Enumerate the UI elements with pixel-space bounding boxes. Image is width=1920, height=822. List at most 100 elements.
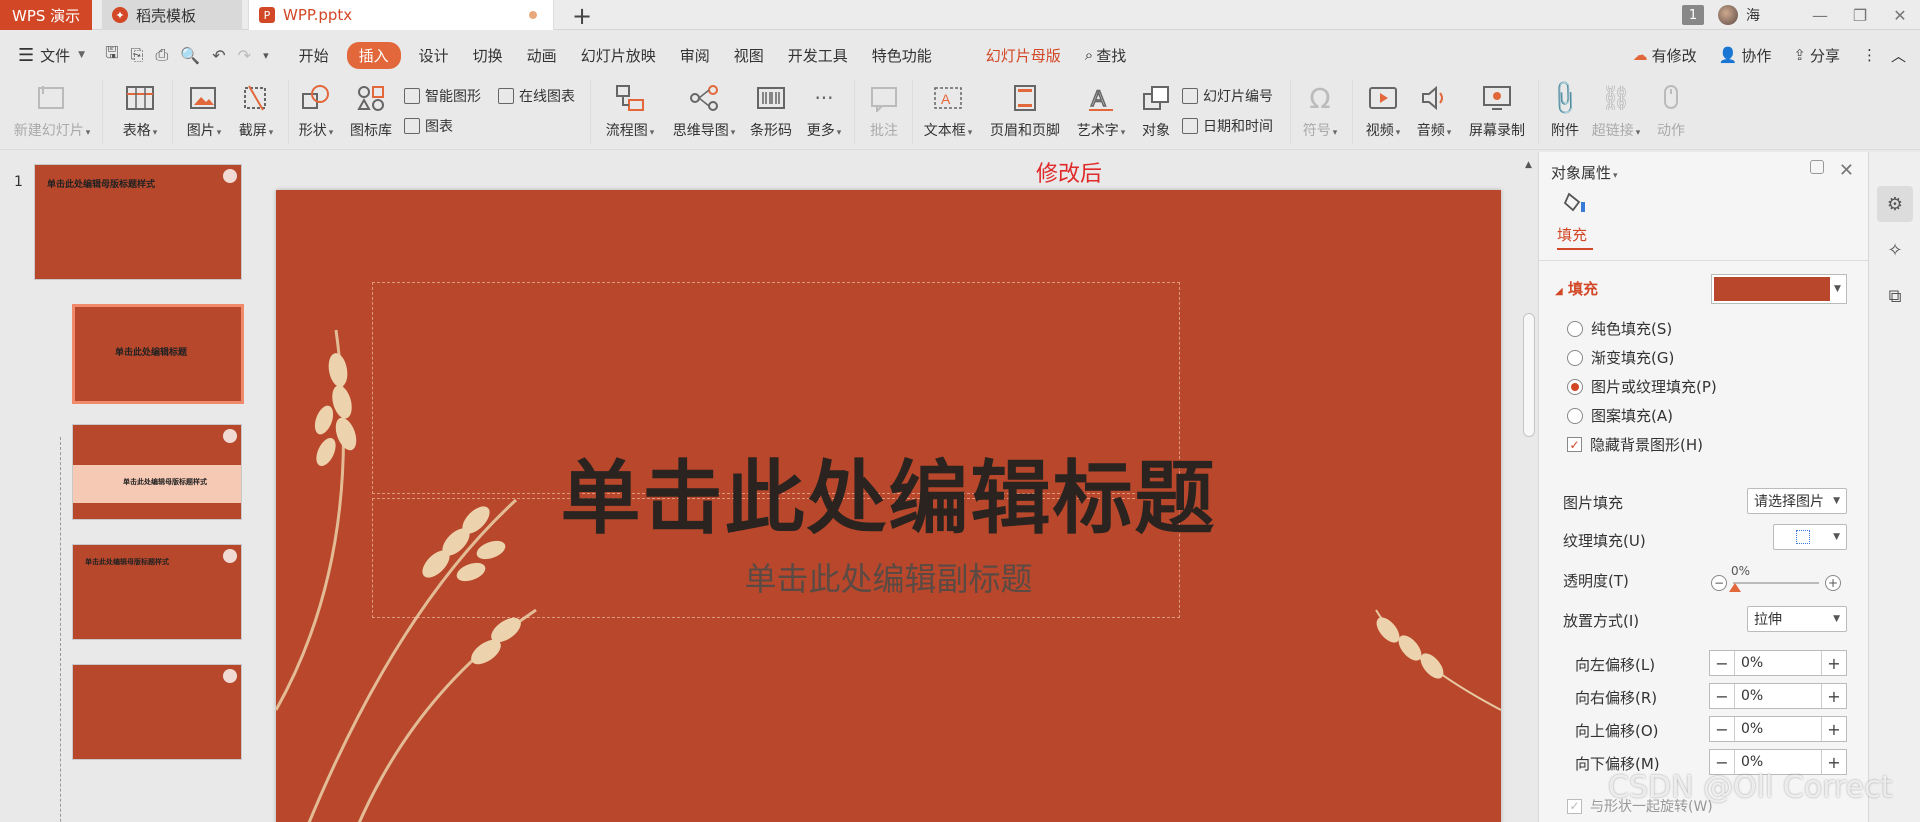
radio-picture-fill[interactable] <box>1567 378 1583 395</box>
offset-right-stepper[interactable]: −0% + <box>1709 683 1847 709</box>
tab-wps-presentation[interactable]: WPS 演示 <box>0 0 92 30</box>
mindmap-button[interactable]: 思维导图 ▾ <box>668 82 740 140</box>
plus-icon[interactable]: + <box>1822 753 1846 772</box>
tab-slideshow[interactable]: 幻灯片放映 <box>581 42 656 69</box>
scrollbar-thumb[interactable] <box>1523 313 1535 437</box>
avatar[interactable] <box>1718 5 1738 25</box>
offset-up-stepper[interactable]: −0% + <box>1709 716 1847 742</box>
file-menu-button[interactable]: ☰ 文件 ▼ <box>18 45 85 66</box>
modified-button[interactable]: ☁ 有修改 <box>1633 45 1697 66</box>
slide-subtitle[interactable]: 单击此处编辑副标题 <box>276 554 1501 600</box>
tab-design[interactable]: 设计 <box>419 42 449 69</box>
checkbox-hide-background[interactable]: ✓ <box>1567 437 1582 452</box>
comment-button[interactable]: 批注 <box>864 82 904 140</box>
plus-icon[interactable]: + <box>1822 720 1846 739</box>
chart-button[interactable]: 图表 <box>404 116 453 136</box>
header-footer-button[interactable]: 页眉和页脚 <box>986 82 1064 140</box>
shape-button[interactable]: 形状 ▾ <box>294 82 338 140</box>
properties-sliders-icon[interactable]: ⚙ <box>1877 186 1913 222</box>
option-picture-fill[interactable]: 图片或纹理填充(P) <box>1567 376 1717 397</box>
barcode-button[interactable]: 条形码 <box>748 82 794 140</box>
slider-track[interactable] <box>1733 582 1819 584</box>
canvas-scrollbar[interactable]: ▲ <box>1522 158 1536 822</box>
minus-icon[interactable]: − <box>1710 720 1734 739</box>
radio-pattern-fill[interactable] <box>1567 407 1583 424</box>
picture-button[interactable]: 图片 ▾ <box>180 82 228 140</box>
fill-preview-dropdown[interactable]: ▼ <box>1711 274 1847 304</box>
slide-canvas[interactable]: 单击此处编辑标题 单击此处编辑副标题 <box>276 190 1501 822</box>
thumbnail-layout-title[interactable]: 单击此处编辑标题 <box>72 304 244 404</box>
tab-home[interactable]: 开始 <box>299 42 329 69</box>
online-chart-button[interactable]: 在线图表 <box>498 86 575 106</box>
picture-fill-dropdown[interactable]: 请选择图片 ▼ <box>1747 488 1847 514</box>
radio-solid-fill[interactable] <box>1567 320 1583 337</box>
checkbox-rotate-with-shape[interactable]: ✓ <box>1567 798 1582 814</box>
flowchart-button[interactable]: 流程图 ▾ <box>600 82 660 140</box>
transparency-slider[interactable]: − 0% + <box>1711 564 1843 594</box>
collapse-ribbon-icon[interactable]: ︿ <box>1891 45 1906 66</box>
increase-icon[interactable]: + <box>1825 575 1841 591</box>
user-name[interactable]: 海 <box>1746 5 1760 25</box>
placement-dropdown[interactable]: 拉伸 ▼ <box>1747 606 1847 632</box>
minus-icon[interactable]: − <box>1710 654 1734 673</box>
tab-animations[interactable]: 动画 <box>527 42 557 69</box>
thumbnail-layout-section[interactable]: 单击此处编辑母版标题样式 <box>72 424 242 520</box>
tab-insert[interactable]: 插入 <box>346 41 401 69</box>
slide-number-button[interactable]: 幻灯片编号 <box>1182 86 1273 106</box>
slide-title[interactable]: 单击此处编辑标题 <box>276 434 1501 550</box>
more-button[interactable]: ··· 更多 ▾ <box>804 82 844 140</box>
offset-left-stepper[interactable]: −0% + <box>1709 650 1847 676</box>
save-icon[interactable]: 🖫 <box>105 42 119 69</box>
plus-icon[interactable]: + <box>1822 654 1846 673</box>
close-panel-icon[interactable]: ✕ <box>1839 160 1854 181</box>
option-pattern-fill[interactable]: 图案填充(A) <box>1567 405 1673 426</box>
tab-transitions[interactable]: 切换 <box>473 42 503 69</box>
collaborate-button[interactable]: 👤 协作 <box>1719 45 1772 66</box>
window-count-badge[interactable]: 1 <box>1682 5 1704 25</box>
tab-developer[interactable]: 开发工具 <box>788 42 848 69</box>
audio-button[interactable]: 音频 ▾ <box>1412 82 1456 140</box>
pin-icon[interactable]: ✧ <box>1877 232 1913 268</box>
redo-icon[interactable]: ↷ <box>238 46 251 65</box>
smart-art-button[interactable]: 智能图形 <box>404 86 481 106</box>
minus-icon[interactable]: − <box>1710 753 1734 772</box>
radio-gradient-fill[interactable] <box>1567 349 1583 366</box>
layers-icon[interactable]: ⧉ <box>1877 278 1913 314</box>
slider-knob[interactable] <box>1729 583 1741 592</box>
option-solid-fill[interactable]: 纯色填充(S) <box>1567 318 1672 339</box>
tab-daoke-templates[interactable]: ✦ 稻壳模板 <box>102 0 242 30</box>
fill-section-toggle[interactable]: ◢ 填充 <box>1555 278 1598 299</box>
texture-fill-dropdown[interactable]: ▼ <box>1773 524 1847 550</box>
new-slide-button[interactable]: 新建幻灯片 ▾ <box>12 82 92 140</box>
decrease-icon[interactable]: − <box>1711 575 1727 591</box>
print-preview-icon[interactable]: 🔍 <box>180 46 200 65</box>
share-button[interactable]: ⇪ 分享 <box>1793 45 1840 66</box>
plus-icon[interactable]: + <box>1822 687 1846 706</box>
option-gradient-fill[interactable]: 渐变填充(G) <box>1567 347 1674 368</box>
wordart-button[interactable]: A 艺术字 ▾ <box>1074 82 1128 140</box>
offset-up-value[interactable]: 0% <box>1734 717 1822 741</box>
thumbnail-layout-content[interactable]: 单击此处编辑母版标题样式 <box>72 544 242 640</box>
screenshot-button[interactable]: 截屏 ▾ <box>232 82 280 140</box>
tab-review[interactable]: 审阅 <box>680 42 710 69</box>
table-button[interactable]: 表格 ▾ <box>116 82 164 140</box>
action-button[interactable]: 动作 <box>1652 82 1690 140</box>
offset-left-value[interactable]: 0% <box>1734 651 1822 675</box>
print-icon[interactable]: ⎙ <box>156 45 169 65</box>
format-painter-icon[interactable]: ⎘ <box>131 45 144 65</box>
minimize-icon[interactable]: — <box>1800 6 1840 25</box>
minus-icon[interactable]: − <box>1710 687 1734 706</box>
undo-icon[interactable]: ↶ <box>212 46 225 65</box>
thumbnail-layout-blank[interactable] <box>72 664 242 760</box>
tab-fill[interactable]: 填充 <box>1557 224 1587 245</box>
paint-bucket-icon[interactable] <box>1563 190 1587 214</box>
new-tab-button[interactable]: + <box>572 2 592 30</box>
thumbnail-master[interactable]: 单击此处编辑母版标题样式 <box>34 164 242 280</box>
icon-library-button[interactable]: 图标库 <box>346 82 396 140</box>
video-button[interactable]: 视频 ▾ <box>1360 82 1406 140</box>
tab-document[interactable]: P WPP.pptx <box>248 0 554 30</box>
search-button[interactable]: ⌕ 查找 <box>1085 42 1126 69</box>
symbol-button[interactable]: Ω 符号 ▾ <box>1298 82 1342 140</box>
attachment-button[interactable]: 📎 附件 <box>1545 78 1586 140</box>
object-button[interactable]: 对象 <box>1138 82 1174 140</box>
